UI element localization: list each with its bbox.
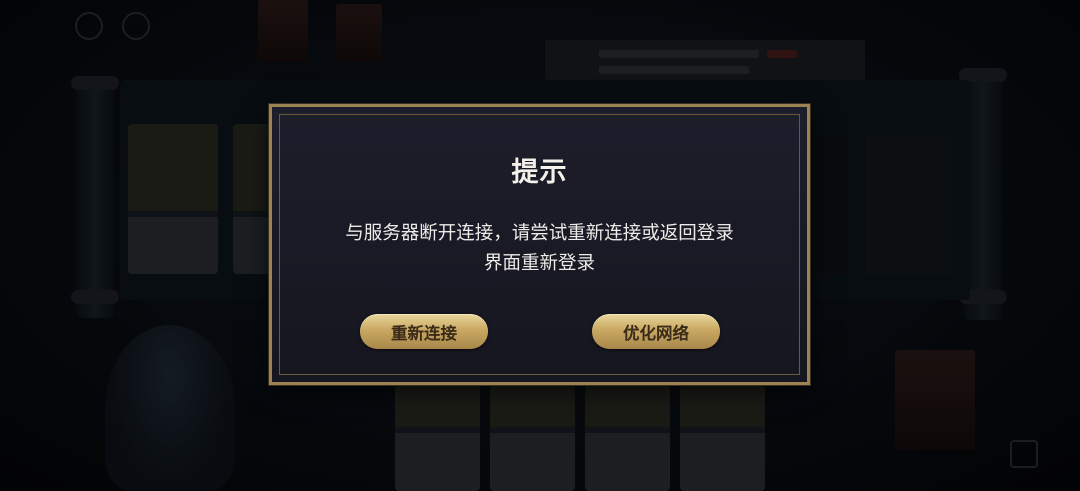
optimize-network-button[interactable]: 优化网络 (592, 314, 720, 349)
dialog-title: 提示 (511, 157, 568, 188)
dialog-message: 与服务器断开连接，请尝试重新连接或返回登录 界面重新登录 (302, 219, 777, 279)
dialog-message-line1: 与服务器断开连接，请尝试重新连接或返回登录 (345, 223, 734, 244)
dialog-message-line2: 界面重新登录 (483, 253, 595, 274)
reconnect-button[interactable]: 重新连接 (360, 314, 488, 349)
disconnect-dialog: 提示 与服务器断开连接，请尝试重新连接或返回登录 界面重新登录 重新连接 优化网… (269, 104, 810, 385)
